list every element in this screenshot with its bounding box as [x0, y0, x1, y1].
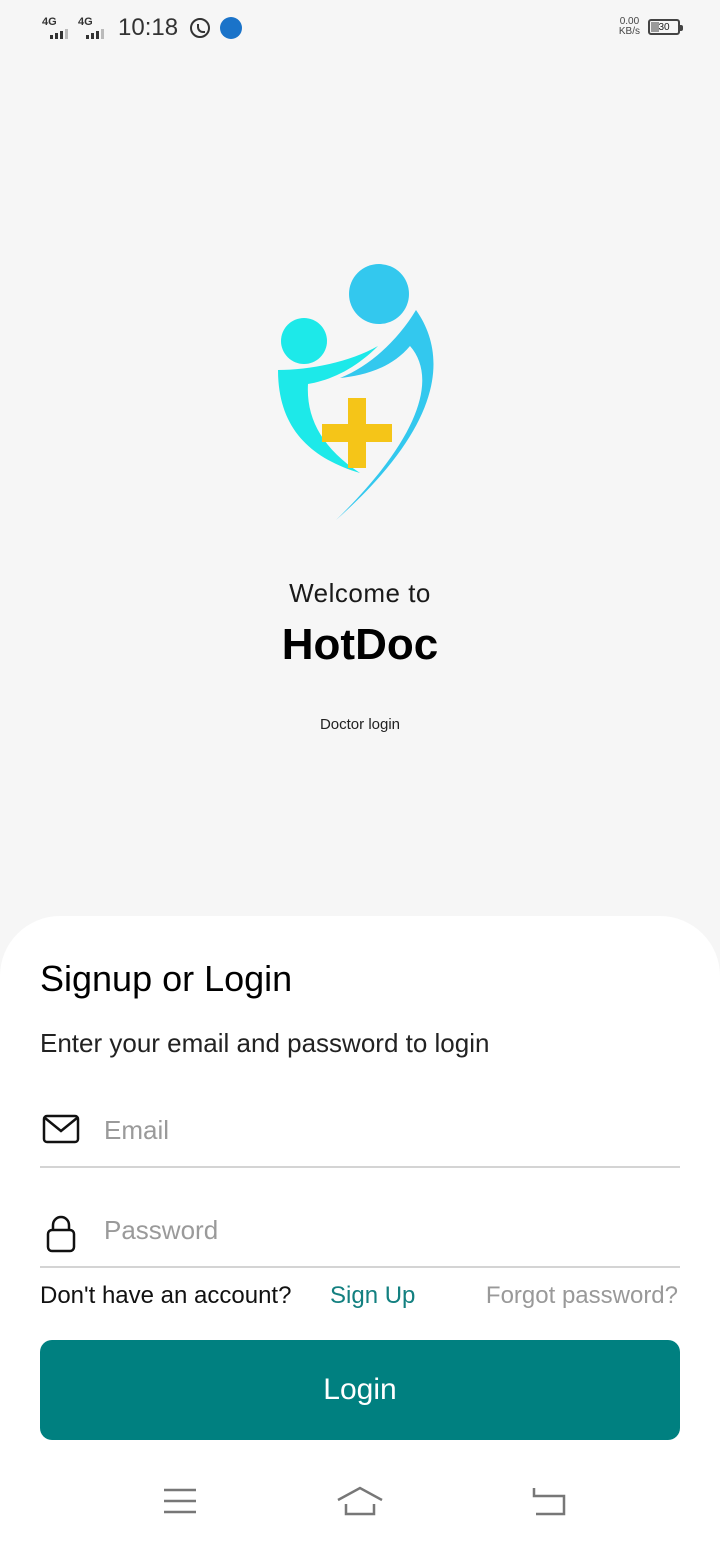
back-icon[interactable]	[524, 1484, 572, 1518]
battery-icon: 30	[648, 19, 683, 35]
status-bar: 4G 4G 10:18 0.00 KB/s 30	[0, 0, 720, 56]
form-title: Signup or Login	[40, 958, 293, 999]
network-speed: 0.00 KB/s	[619, 17, 640, 37]
lock-icon	[46, 1215, 76, 1253]
app-name: HotDoc	[281, 620, 439, 669]
form-subtitle: Enter your email and password to login	[40, 1028, 490, 1058]
network-type-1: 4G	[42, 16, 57, 28]
hotdoc-logo	[278, 264, 434, 520]
clock: 10:18	[118, 14, 179, 41]
login-type-label: Doctor login	[319, 716, 401, 733]
network-type-2: 4G	[78, 16, 93, 28]
sign-up-link[interactable]: Sign Up	[330, 1282, 415, 1310]
system-nav-bar	[0, 1470, 720, 1534]
whatsapp-icon	[190, 18, 211, 38]
account-links: Don't have an account? Sign Up Forgot pa…	[40, 1282, 680, 1314]
password-input[interactable]	[104, 1208, 664, 1252]
signal-icon: 4G	[42, 17, 68, 39]
email-input[interactable]	[104, 1108, 664, 1152]
app-notification-icon	[220, 17, 243, 39]
battery-level: 30	[658, 21, 670, 33]
mail-icon	[42, 1114, 80, 1144]
home-icon[interactable]	[336, 1484, 384, 1518]
network-speed-unit: KB/s	[618, 26, 640, 37]
no-account-text: Don't have an account?	[40, 1282, 292, 1309]
login-screen: 4G 4G 10:18 0.00 KB/s 30 Welcome to HotD…	[0, 0, 720, 1544]
forgot-password-link[interactable]: Forgot password?	[486, 1282, 678, 1310]
password-field	[40, 1196, 680, 1268]
welcome-text: Welcome to	[289, 578, 431, 608]
menu-icon[interactable]	[156, 1484, 204, 1518]
signal-icon: 4G	[78, 17, 104, 39]
email-field	[40, 1096, 680, 1168]
login-button[interactable]: Login	[40, 1340, 680, 1440]
